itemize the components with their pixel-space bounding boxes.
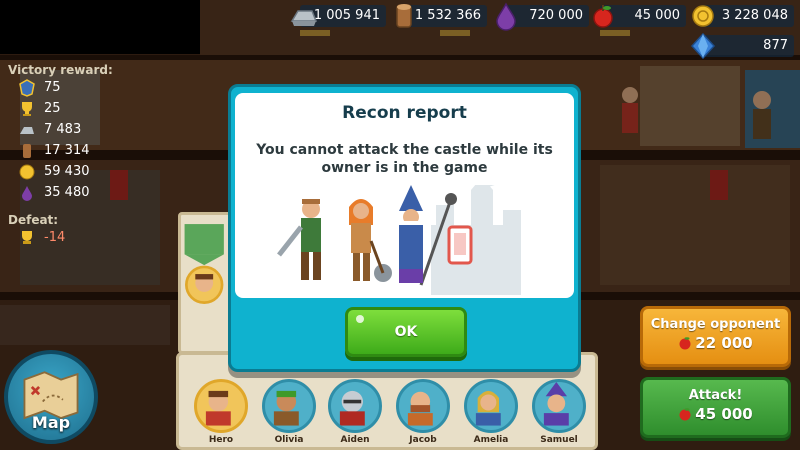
apple-icon (679, 408, 691, 421)
defeat-title: Defeat: (8, 213, 59, 227)
phone-icon (447, 225, 473, 265)
samuel-avatar (532, 379, 586, 433)
hero-slot-samuel[interactable]: Samuel (531, 379, 587, 445)
food-resource: 45 000 (593, 5, 686, 28)
female-hero-figure (349, 199, 392, 282)
gold-resource: 3 228 048 (692, 5, 794, 27)
apple-icon (593, 5, 613, 28)
gem-resource[interactable]: 877 (690, 32, 794, 60)
hero-name: Hero (208, 435, 234, 445)
reward-trophies: 75 (8, 77, 113, 98)
hero-avatar (194, 379, 248, 433)
attack-button[interactable]: Attack! 45 000 (640, 377, 791, 438)
potion-resource: 720 000 (496, 2, 589, 31)
hero-slot-hero[interactable]: Hero (193, 379, 249, 445)
reward-gold: 59 430 (8, 161, 113, 182)
trophy-shield-icon (19, 79, 35, 97)
gold-amount: 3 228 048 (721, 8, 788, 23)
potion-drop-icon (496, 2, 516, 31)
dialog-title: Recon report (342, 103, 467, 123)
attack-label: Attack! (688, 388, 743, 403)
reward-potion: 35 480 (8, 182, 113, 203)
heroes-attack-illustration (277, 185, 521, 295)
hero-name: Amelia (473, 435, 509, 445)
potion-amount: 720 000 (529, 8, 583, 23)
warrior-hero-figure (277, 199, 321, 280)
iron-amount: 1 005 941 (313, 8, 380, 23)
hero-name: Aiden (340, 435, 370, 445)
hero-name: Olivia (274, 435, 304, 445)
victory-reward-panel: Victory reward: 75 25 7 483 17 314 59 43… (8, 63, 113, 248)
potion-drop-icon (22, 186, 32, 201)
cup-icon (22, 231, 32, 244)
cup-icon (22, 102, 32, 116)
wood-log-icon (396, 4, 412, 28)
top-left-blank (0, 0, 200, 54)
dialog-message: You cannot attack the castle while its o… (256, 142, 553, 176)
hero-portrait-side (184, 224, 224, 304)
map-button[interactable]: Map (4, 350, 98, 444)
recon-report-dialog: Recon report You cannot attack the castl… (228, 84, 581, 372)
iron-ingot-icon (20, 127, 34, 134)
reward-stars: 25 (8, 98, 113, 119)
attack-cost: 45 000 (643, 405, 788, 423)
iron-ingot-icon (290, 10, 318, 26)
victory-reward-title: Victory reward: (8, 63, 113, 77)
hero-slot-aiden[interactable]: Aiden (327, 379, 383, 445)
hero-name: Jacob (409, 435, 437, 445)
gem-amount: 877 (763, 38, 788, 53)
change-opponent-cost: 22 000 (643, 334, 788, 352)
reward-wood: 17 314 (8, 140, 113, 161)
wizard-hero-figure (399, 185, 423, 283)
wood-amount: 1 532 366 (414, 8, 481, 23)
gold-coin-icon (19, 164, 35, 180)
food-amount: 45 000 (634, 8, 681, 23)
hero-slot-amelia[interactable]: Amelia (463, 379, 519, 445)
ok-button[interactable]: OK (345, 307, 467, 357)
hero-slot-jacob[interactable]: Jacob (395, 379, 451, 445)
aiden-avatar (328, 379, 382, 433)
defeat-trophies: -14 (8, 227, 113, 248)
wood-resource: 1 532 366 (396, 4, 487, 28)
olivia-avatar (262, 379, 316, 433)
apple-icon (679, 337, 691, 350)
hero-name: Samuel (540, 435, 578, 445)
change-opponent-button[interactable]: Change opponent 22 000 (640, 306, 791, 367)
hero-slot-olivia[interactable]: Olivia (261, 379, 317, 445)
gold-coin-icon (692, 5, 714, 27)
amelia-avatar (464, 379, 518, 433)
gem-icon (690, 32, 716, 60)
map-label: Map (31, 413, 71, 432)
jacob-avatar (396, 379, 450, 433)
reward-iron: 7 483 (8, 119, 113, 140)
dialog-content: Recon report You cannot attack the castl… (235, 93, 574, 298)
iron-resource: 1 005 941 (290, 5, 386, 27)
hero-side-panel (178, 212, 234, 354)
wood-log-icon (23, 144, 31, 158)
castle-silhouette-icon (431, 185, 521, 295)
change-opponent-label: Change opponent (650, 317, 781, 332)
